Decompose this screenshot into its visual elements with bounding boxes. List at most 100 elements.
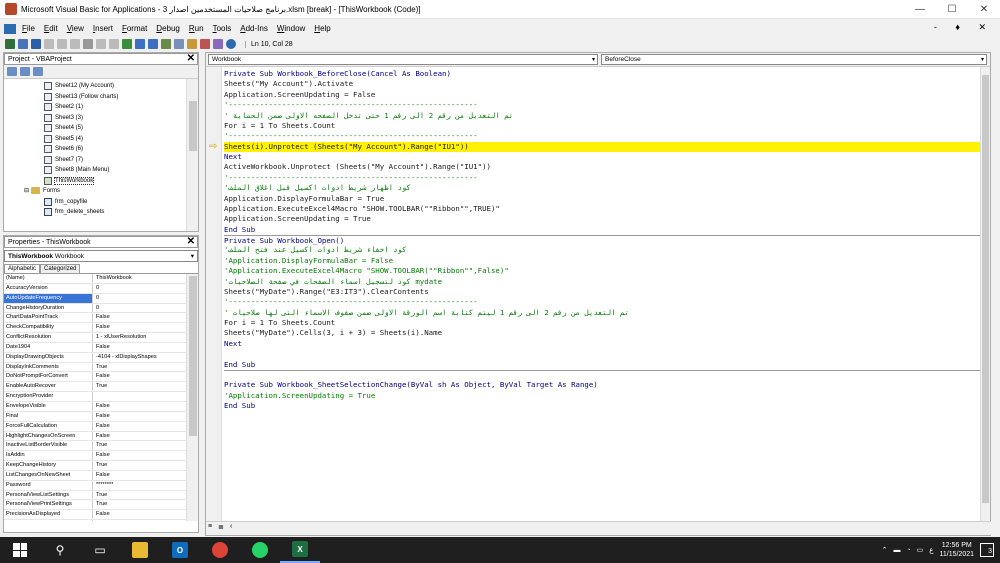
copy-icon[interactable]: [57, 39, 67, 49]
property-value[interactable]: True: [93, 363, 183, 372]
properties-scroll-thumb[interactable]: [189, 276, 197, 436]
notifications-icon[interactable]: 3: [980, 543, 994, 557]
code-line[interactable]: Application.ExecuteExcel4Macro "SHOW.TOO…: [224, 204, 982, 214]
code-line[interactable]: For i = 1 To Sheets.Count: [224, 121, 982, 131]
design-mode-icon[interactable]: [161, 39, 171, 49]
property-value[interactable]: 0: [93, 284, 183, 293]
property-value[interactable]: True: [93, 500, 183, 509]
chevron-down-icon[interactable]: ▾: [981, 55, 984, 65]
break-icon[interactable]: [135, 39, 145, 49]
tree-item-sheet2[interactable]: Sheet2 (1): [44, 103, 83, 111]
property-value[interactable]: True: [93, 461, 183, 470]
tree-item-forms-folder[interactable]: ⊟ Forms: [24, 187, 60, 194]
code-line[interactable]: Sheets("MyDate").Cells(3, i + 3) = Sheet…: [224, 328, 982, 338]
code-line[interactable]: Next: [224, 339, 982, 349]
procedure-combo[interactable]: BeforeClose ▾: [601, 54, 987, 65]
property-row[interactable]: DisplayInkComments True: [4, 362, 198, 373]
view-object-icon[interactable]: [20, 67, 30, 76]
property-row[interactable]: DisplayDrawingObjects -4104 - xlDisplaySh…: [4, 352, 198, 363]
code-line[interactable]: 'كود لتسجيل اسماء الصفحات في صفحة الصلاح…: [224, 277, 982, 287]
property-row[interactable]: ChangeHistoryDuration 0: [4, 303, 198, 314]
maximize-button[interactable]: ☐: [936, 4, 968, 15]
properties-vscroll[interactable]: [186, 274, 198, 521]
object-combo[interactable]: Workbook ▾: [208, 54, 598, 65]
object-browser-icon[interactable]: [200, 39, 210, 49]
menu-run[interactable]: Run: [189, 24, 204, 33]
tree-item-sheet8[interactable]: Sheet8 (Main Menu): [44, 166, 109, 174]
code-line[interactable]: 'Application.ExecuteExcel4Macro "SHOW.TO…: [224, 266, 982, 276]
property-row[interactable]: PersonalViewListSettings True: [4, 490, 198, 501]
code-line[interactable]: '---------------------------------------…: [224, 173, 982, 183]
property-row[interactable]: ListChangesOnNewSheet False: [4, 470, 198, 481]
code-editor[interactable]: Private Sub Workbook_BeforeClose(Cancel …: [224, 69, 982, 521]
code-line[interactable]: End Sub: [224, 225, 982, 235]
excel-view-icon[interactable]: [4, 23, 16, 34]
property-value[interactable]: False: [93, 422, 183, 431]
menu-file[interactable]: File: [22, 24, 35, 33]
code-line[interactable]: Application.ScreenUpdating = False: [224, 90, 982, 100]
collapse-icon[interactable]: ⊟: [24, 187, 29, 194]
close-button[interactable]: ✕: [968, 4, 1000, 15]
project-scroll-thumb[interactable]: [189, 101, 197, 151]
battery-icon[interactable]: ▭: [917, 546, 924, 554]
property-row[interactable]: DoNotPromptForConvert False: [4, 372, 198, 383]
property-row[interactable]: EnvelopeVisible False: [4, 401, 198, 412]
minimize-button[interactable]: —: [904, 4, 936, 15]
property-value[interactable]: -4104 - xlDisplayShapes: [93, 353, 183, 362]
start-button[interactable]: [0, 537, 40, 563]
code-line[interactable]: Private Sub Workbook_BeforeClose(Cancel …: [224, 69, 982, 79]
code-line[interactable]: 'كود اخفاء شريط ادوات اكسيل عند فتح المل…: [224, 245, 982, 255]
property-row[interactable]: InactiveListBorderVisible True: [4, 441, 198, 452]
code-line[interactable]: Private Sub Workbook_Open(): [224, 235, 982, 245]
code-line[interactable]: '---------------------------------------…: [224, 131, 982, 141]
code-line[interactable]: Next: [224, 152, 982, 162]
property-value[interactable]: False: [93, 471, 183, 480]
property-row[interactable]: AutoUpdateFrequency 0: [4, 293, 198, 304]
code-line[interactable]: End Sub: [224, 360, 982, 370]
child-window-controls[interactable]: - ♦ ✕: [934, 22, 994, 33]
properties-window-icon[interactable]: [187, 39, 197, 49]
help-icon[interactable]: [226, 39, 236, 49]
property-row[interactable]: (Name) ThisWorkbook: [4, 274, 198, 284]
property-value[interactable]: 0: [93, 304, 183, 313]
reset-icon[interactable]: [148, 39, 158, 49]
project-vscroll[interactable]: [186, 79, 198, 231]
property-value[interactable]: 1 - xlUserResolution: [93, 333, 183, 342]
property-value[interactable]: True: [93, 441, 183, 450]
menu-tools[interactable]: Tools: [213, 24, 232, 33]
property-value[interactable]: ThisWorkbook: [93, 274, 183, 283]
code-line[interactable]: 'كود اظهار شريط ادوات اكسيل قبل اغلاق ال…: [224, 183, 982, 193]
tree-item-sheet12[interactable]: Sheet12 (My Account): [44, 82, 114, 90]
code-line[interactable]: ' تم التعديل من رقم 2 الى رقم 1 ليتم كتا…: [224, 308, 982, 318]
property-row[interactable]: ReadOnlyRecommendedFalse: [4, 520, 198, 521]
project-close-button[interactable]: ✕: [187, 54, 197, 64]
view-code-icon[interactable]: [7, 67, 17, 76]
property-value[interactable]: False: [93, 372, 183, 381]
whatsapp-icon[interactable]: [240, 537, 280, 563]
redo-icon[interactable]: [109, 39, 119, 49]
property-row[interactable]: Date1904 False: [4, 342, 198, 353]
code-line[interactable]: Sheets(i).Unprotect (Sheets("My Account"…: [224, 141, 982, 152]
tab-alphabetic[interactable]: Alphabetic: [4, 264, 41, 273]
property-value[interactable]: ********: [93, 481, 183, 490]
language-indicator[interactable]: ع: [929, 546, 933, 554]
paste-icon[interactable]: [70, 39, 80, 49]
code-hscroll[interactable]: ≡ ≣ ‹: [206, 521, 991, 535]
cut-icon[interactable]: [44, 39, 54, 49]
property-row[interactable]: PersonalViewPrintSettings True: [4, 500, 198, 511]
menu-format[interactable]: Format: [122, 24, 147, 33]
property-value[interactable]: True: [93, 382, 183, 391]
code-vscroll[interactable]: [980, 67, 990, 523]
menu-addins[interactable]: Add-Ins: [240, 24, 268, 33]
code-line[interactable]: 'Application.DisplayFormulaBar = False: [224, 256, 982, 266]
code-scroll-thumb[interactable]: [982, 75, 989, 503]
tree-item-thisworkbook[interactable]: ThisWorkbook: [44, 176, 95, 185]
code-line[interactable]: '---------------------------------------…: [224, 100, 982, 110]
search-icon[interactable]: ⚲: [40, 537, 80, 563]
property-value[interactable]: False: [93, 402, 183, 411]
property-row[interactable]: HighlightChangesOnScreen False: [4, 431, 198, 442]
file-explorer-icon[interactable]: [120, 537, 160, 563]
find-icon[interactable]: [83, 39, 93, 49]
property-value[interactable]: False: [93, 313, 183, 322]
menu-window[interactable]: Window: [277, 24, 305, 33]
